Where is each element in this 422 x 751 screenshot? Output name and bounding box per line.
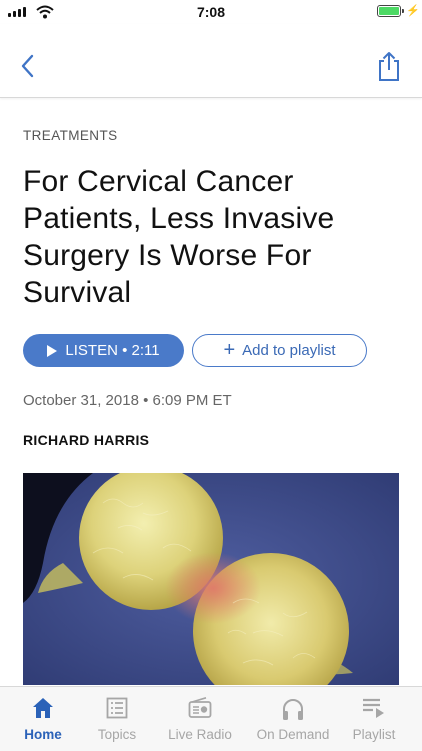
cancer-cells-illustration xyxy=(23,473,399,685)
playlist-icon xyxy=(363,698,384,718)
tab-playlist[interactable]: Playlist xyxy=(332,687,416,751)
tab-home[interactable]: Home xyxy=(1,687,85,751)
headphones-icon xyxy=(283,699,303,720)
tab-on-demand[interactable]: On Demand xyxy=(251,687,335,751)
author-byline[interactable]: RICHARD HARRIS xyxy=(23,432,149,448)
listen-label: LISTEN • 2:11 xyxy=(65,342,160,359)
listen-button[interactable]: LISTEN • 2:11 xyxy=(23,334,184,367)
tab-bar: Home Topics Live Radio On Demand Playlis… xyxy=(0,686,422,751)
status-bar: 7:08 ⚡ xyxy=(0,0,422,24)
tab-topics[interactable]: Topics xyxy=(75,687,159,751)
tab-home-label: Home xyxy=(24,727,62,742)
article-headline: For Cervical Cancer Patients, Less Invas… xyxy=(23,165,335,309)
battery-icon xyxy=(377,5,404,17)
tab-on-demand-label: On Demand xyxy=(256,727,330,742)
tab-live-radio-label: Live Radio xyxy=(168,727,232,742)
tab-topics-label: Topics xyxy=(97,727,137,742)
playlist-label: Add to playlist xyxy=(242,342,336,359)
topics-icon xyxy=(106,697,128,719)
tab-live-radio[interactable]: Live Radio xyxy=(158,687,242,751)
home-icon xyxy=(33,698,53,718)
article-date: October 31, 2018 • 6:09 PM ET xyxy=(23,392,232,409)
article-image[interactable] xyxy=(23,473,399,685)
charging-icon: ⚡ xyxy=(406,5,420,17)
play-icon xyxy=(47,344,58,357)
category-label[interactable]: TREATMENTS xyxy=(23,128,118,143)
status-time: 7:08 xyxy=(196,4,226,20)
radio-icon xyxy=(188,697,212,718)
plus-icon: + xyxy=(223,338,236,361)
back-chevron-icon[interactable] xyxy=(14,52,42,80)
share-icon[interactable] xyxy=(374,50,404,82)
add-to-playlist-button[interactable]: + Add to playlist xyxy=(192,334,367,367)
tab-playlist-label: Playlist xyxy=(352,727,396,742)
nav-bar xyxy=(0,24,422,98)
